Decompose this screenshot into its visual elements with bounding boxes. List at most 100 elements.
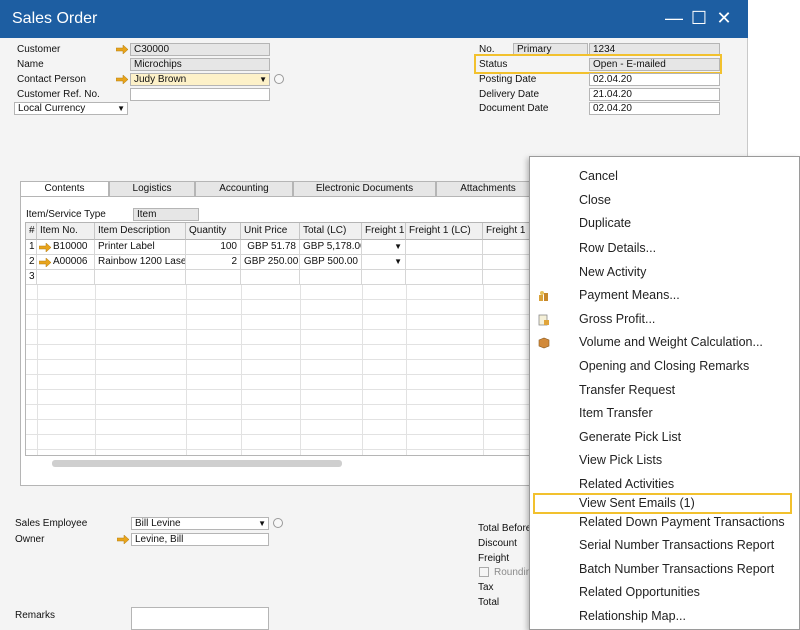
context-menu: Cancel Close Duplicate Row Details... Ne… [529,156,800,630]
freight-select[interactable] [362,270,406,285]
delivery-date-field[interactable]: 21.04.20 [589,88,720,101]
rounding-checkbox[interactable] [479,567,489,577]
customer-ref-field[interactable] [130,88,270,101]
column-header[interactable]: Item No. [37,223,95,240]
chevron-down-icon[interactable]: ▼ [259,74,267,85]
menu-item-related-opportunities[interactable]: Related Opportunities [579,585,700,599]
delivery-date-label: Delivery Date [479,89,540,100]
customer-field[interactable]: C30000 [130,43,270,56]
column-header[interactable]: Total (LC) [300,223,362,240]
info-icon[interactable] [273,518,283,528]
menu-item-new-activity[interactable]: New Activity [579,265,646,279]
posting-date-label: Posting Date [479,74,537,85]
menu-item-close[interactable]: Close [579,193,611,207]
menu-item-generate-pick-list[interactable]: Generate Pick List [579,430,681,444]
freight-lc-cell[interactable] [406,240,483,255]
column-header[interactable]: Quantity [186,223,241,240]
menu-item-transfer-request[interactable]: Transfer Request [579,383,675,397]
freight-select[interactable]: ▼ [362,240,406,255]
total-cell[interactable]: GBP 5,178.00 [300,240,362,255]
menu-item-batch-number-report[interactable]: Batch Number Transactions Report [579,562,774,576]
unit-price-cell[interactable]: GBP 51.78 [241,240,300,255]
total-label: Total [478,597,500,608]
contact-person-value: Judy Brown [134,74,187,85]
quantity-cell[interactable] [186,270,241,285]
quantity-cell[interactable]: 100 [186,240,241,255]
tax-label: Tax [478,582,494,593]
rounding-label: Roundin [494,567,532,578]
freight-cell[interactable] [483,240,534,255]
name-field[interactable]: Microchips [130,58,270,71]
name-label: Name [17,59,44,70]
link-arrow-icon[interactable] [117,535,129,544]
quantity-cell[interactable]: 2 [186,255,241,270]
column-divider [300,285,301,455]
freight-lc-cell[interactable] [406,255,483,270]
menu-item-opening-closing-remarks[interactable]: Opening and Closing Remarks [579,359,749,373]
item-description-cell[interactable]: Printer Label [95,240,186,255]
discount-label: Discount [478,538,517,549]
menu-item-volume-weight[interactable]: Volume and Weight Calculation... [579,335,763,349]
chevron-down-icon[interactable]: ▼ [117,103,125,114]
menu-item-row-details[interactable]: Row Details... [579,241,656,255]
column-header[interactable]: Freight 1 [362,223,406,240]
item-description-cell[interactable] [95,270,186,285]
menu-item-duplicate[interactable]: Duplicate [579,216,631,230]
item-description-cell[interactable]: Rainbow 1200 Laser [95,255,186,270]
menu-item-gross-profit[interactable]: Gross Profit... [579,312,655,326]
unit-price-cell[interactable]: GBP 250.00 [241,255,300,270]
title-bar: Sales Order — ☐ ✕ [0,0,748,38]
horizontal-scrollbar[interactable] [52,460,342,467]
menu-item-item-transfer[interactable]: Item Transfer [579,406,653,420]
freight-cell[interactable] [483,255,534,270]
freight-cell[interactable] [483,270,534,285]
tab-logistics[interactable]: Logistics [109,181,195,197]
remarks-label: Remarks [15,610,56,621]
column-header[interactable]: # [26,223,37,240]
owner-field[interactable]: Levine, Bill [131,533,269,546]
freight-select[interactable]: ▼ [362,255,406,270]
posting-date-field[interactable]: 02.04.20 [589,73,720,86]
currency-select[interactable]: Local Currency ▼ [14,102,128,115]
minimize-icon[interactable]: — [663,6,685,30]
menu-item-cancel[interactable]: Cancel [579,169,618,183]
link-arrow-icon[interactable] [39,243,51,252]
window-title: Sales Order [12,10,98,27]
column-header[interactable]: Item Description [95,223,186,240]
tab-contents[interactable]: Contents [20,181,109,197]
menu-item-view-pick-lists[interactable]: View Pick Lists [579,453,662,467]
menu-item-payment-means[interactable]: Payment Means... [579,288,680,302]
column-divider [362,285,363,455]
item-no-cell[interactable] [37,270,95,285]
menu-item-related-down-payments[interactable]: Related Down Payment Transactions [579,515,785,529]
tab-accounting[interactable]: Accounting [195,181,293,197]
menu-item-relationship-map[interactable]: Relationship Map... [579,609,686,623]
close-icon[interactable]: ✕ [713,6,735,30]
contact-person-select[interactable]: Judy Brown ▼ [130,73,270,86]
empty-rows [26,285,534,455]
tab-electronic-documents[interactable]: Electronic Documents [293,181,436,197]
link-arrow-icon[interactable] [39,258,51,267]
document-date-field[interactable]: 02.04.20 [589,102,720,115]
maximize-icon[interactable]: ☐ [688,6,710,30]
chevron-down-icon[interactable]: ▼ [258,518,266,529]
sales-employee-select[interactable]: Bill Levine ▼ [131,517,269,530]
menu-item-related-activities[interactable]: Related Activities [579,477,674,491]
link-arrow-icon[interactable] [116,45,128,54]
total-cell[interactable] [300,270,362,285]
remarks-textarea[interactable] [131,607,269,630]
unit-price-cell[interactable] [241,270,300,285]
status-field[interactable]: Open - E-mailed [589,58,720,71]
item-type-select[interactable]: Item [133,208,199,221]
menu-item-view-sent-emails[interactable]: View Sent Emails (1) [579,496,695,510]
column-header[interactable]: Unit Price [241,223,300,240]
column-header[interactable]: Freight 1 [483,223,534,240]
column-header[interactable]: Freight 1 (LC) [406,223,483,240]
tab-attachments[interactable]: Attachments [436,181,540,197]
menu-item-serial-number-report[interactable]: Serial Number Transactions Report [579,538,774,552]
link-arrow-icon[interactable] [116,75,128,84]
total-cell[interactable]: GBP 500.00 [300,255,362,270]
info-icon[interactable] [274,74,284,84]
freight-lc-cell[interactable] [406,270,483,285]
column-divider [241,285,242,455]
